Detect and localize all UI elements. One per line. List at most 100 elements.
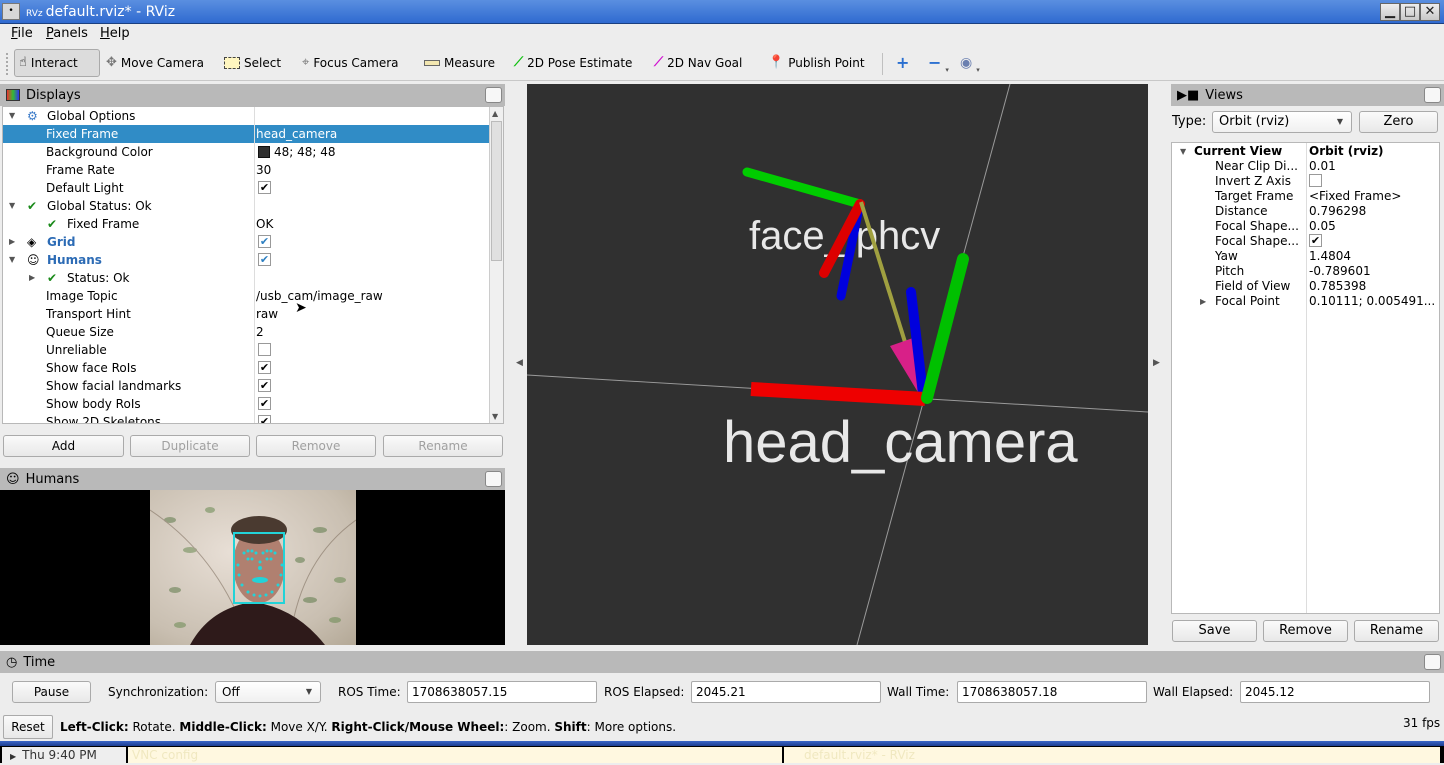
expand-closed-icon[interactable]: ▶ — [29, 269, 35, 287]
view-property-value[interactable]: ✔ — [1309, 234, 1322, 249]
reset-button[interactable]: Reset — [3, 715, 53, 739]
zero-view-button[interactable]: Zero — [1359, 111, 1438, 133]
scroll-down-icon[interactable]: ▼ — [492, 412, 498, 421]
display-row[interactable]: Frame Rate 30 — [3, 161, 490, 179]
current-view-row[interactable]: ▼ Current View Orbit (rviz) — [1172, 144, 1440, 159]
expand-open-icon[interactable]: ▼ — [9, 197, 15, 215]
view-property-value[interactable]: 0.10111; 0.005491... — [1309, 294, 1435, 309]
display-row[interactable]: ✔ Fixed Frame OK — [3, 215, 490, 233]
sync-select[interactable]: Off ▼ — [215, 681, 321, 703]
menu-panels[interactable]: Panels — [40, 24, 94, 44]
view-property-value[interactable]: 0.01 — [1309, 159, 1336, 174]
checkbox[interactable]: ✔ — [258, 397, 271, 410]
display-row-value[interactable]: 48; 48; 48 — [256, 143, 336, 161]
display-row[interactable]: Background Color 48; 48; 48 — [3, 143, 490, 161]
view-property-value[interactable]: 1.4804 — [1309, 249, 1351, 264]
display-row[interactable]: Show 2D Skeletons ✔ — [3, 413, 490, 423]
rename-display-button[interactable]: Rename — [383, 435, 503, 457]
display-row-value[interactable] — [256, 341, 271, 359]
display-row-value[interactable]: raw — [256, 305, 278, 323]
maximize-button[interactable]: □ — [1400, 3, 1420, 21]
view-property-row[interactable]: ▶ Focal Point 0.10111; 0.005491... — [1172, 294, 1440, 309]
display-row-value[interactable]: ✔ — [256, 413, 271, 423]
save-view-button[interactable]: Save — [1172, 620, 1257, 642]
view-property-row[interactable]: Focal Shape... 0.05 — [1172, 219, 1440, 234]
view-property-value[interactable]: 0.796298 — [1309, 204, 1366, 219]
rename-view-button[interactable]: Rename — [1354, 620, 1439, 642]
display-row-value[interactable]: 2 — [256, 323, 264, 341]
tool-measure[interactable]: Measure — [420, 49, 499, 77]
view-toggle-button[interactable]: ◉ ▾ — [956, 49, 984, 77]
tool-interact[interactable]: ☝ Interact — [14, 49, 100, 77]
display-row-value[interactable]: 30 — [256, 161, 271, 179]
view-property-row[interactable]: Invert Z Axis — [1172, 174, 1440, 189]
pause-button[interactable]: Pause — [12, 681, 91, 703]
display-row[interactable]: Show face RoIs ✔ — [3, 359, 490, 377]
time-float-button[interactable] — [1424, 654, 1441, 670]
tool-publish-point[interactable]: 📍 Publish Point — [764, 49, 869, 77]
view-property-row[interactable]: Focal Shape... ✔ — [1172, 234, 1440, 249]
checkbox[interactable]: ✔ — [258, 253, 271, 266]
close-button[interactable]: ✕ — [1420, 3, 1440, 21]
display-row-value[interactable]: ✔ — [256, 377, 271, 395]
checkbox[interactable]: ✔ — [258, 235, 271, 248]
scrollbar-thumb[interactable] — [491, 121, 502, 261]
checkbox[interactable] — [1309, 174, 1322, 187]
tool-focus-camera[interactable]: ⌖ Focus Camera — [298, 49, 403, 77]
display-row[interactable]: ▼ ☺ Humans ✔ — [3, 251, 490, 269]
view-property-value[interactable] — [1309, 174, 1322, 189]
checkbox[interactable]: ✔ — [258, 361, 271, 374]
tool-2d-pose-estimate[interactable]: ⟋ 2D Pose Estimate — [510, 49, 636, 77]
display-row[interactable]: Fixed Frame head_camera — [3, 125, 490, 143]
taskbar-clock[interactable]: ▶ Thu 9:40 PM — [2, 747, 126, 763]
wall-elapsed-field[interactable]: 2045.12 — [1240, 681, 1430, 703]
display-row-value[interactable]: /usb_cam/image_raw — [256, 287, 383, 305]
ros-elapsed-field[interactable]: 2045.21 — [691, 681, 881, 703]
view-property-row[interactable]: Target Frame <Fixed Frame> — [1172, 189, 1440, 204]
checkbox[interactable]: ✔ — [1309, 234, 1322, 247]
displays-scrollbar[interactable]: ▲ ▼ — [489, 107, 503, 423]
view-property-row[interactable]: Yaw 1.4804 — [1172, 249, 1440, 264]
checkbox[interactable]: ✔ — [258, 415, 271, 423]
displays-float-button[interactable] — [485, 87, 502, 103]
display-row[interactable]: Default Light ✔ — [3, 179, 490, 197]
checkbox[interactable] — [258, 343, 271, 356]
view-property-value[interactable]: -0.789601 — [1309, 264, 1371, 279]
task-rviz[interactable]: default.rviz* - RViz — [784, 747, 1440, 763]
menu-help[interactable]: Help — [94, 24, 136, 44]
tool-move-camera[interactable]: ✥ Move Camera — [102, 49, 208, 77]
remove-tool-button[interactable]: − ▾ — [924, 49, 953, 77]
3d-viewport[interactable]: face_iphcv head_camera — [527, 84, 1148, 645]
tool-2d-nav-goal[interactable]: ⟋ 2D Nav Goal — [650, 49, 746, 77]
view-property-row[interactable]: Near Clip Di... 0.01 — [1172, 159, 1440, 174]
display-row[interactable]: Queue Size 2 — [3, 323, 490, 341]
tool-select[interactable]: Select — [220, 49, 285, 77]
display-row-value[interactable]: ✔ — [256, 395, 271, 413]
display-row-value[interactable]: ✔ — [256, 233, 271, 251]
expand-closed-icon[interactable]: ▶ — [9, 233, 15, 251]
views-tree[interactable]: ▼ Current View Orbit (rviz) Near Clip Di… — [1171, 142, 1440, 614]
view-property-row[interactable]: Distance 0.796298 — [1172, 204, 1440, 219]
add-display-button[interactable]: Add — [3, 435, 124, 457]
view-property-value[interactable]: <Fixed Frame> — [1309, 189, 1401, 204]
humans-float-button[interactable] — [485, 471, 502, 487]
display-row[interactable]: Show body RoIs ✔ — [3, 395, 490, 413]
expand-closed-icon[interactable]: ▶ — [1200, 294, 1206, 309]
collapse-right-icon[interactable]: ▶ — [1153, 358, 1160, 368]
display-row[interactable]: Image Topic/usb_cam/image_raw — [3, 287, 490, 305]
display-row[interactable]: ▶ ✔ Status: Ok — [3, 269, 490, 287]
scroll-up-icon[interactable]: ▲ — [492, 109, 498, 118]
views-float-button[interactable] — [1424, 87, 1441, 103]
toolbar-grip[interactable] — [6, 53, 10, 75]
view-property-value[interactable]: 0.05 — [1309, 219, 1336, 234]
expand-open-icon[interactable]: ▼ — [1180, 144, 1186, 159]
menu-file[interactable]: File — [5, 24, 39, 44]
display-row[interactable]: Transport Hint raw — [3, 305, 490, 323]
color-swatch[interactable] — [258, 145, 270, 158]
display-row[interactable]: ▼ ✔ Global Status: Ok — [3, 197, 490, 215]
display-row[interactable]: Show facial landmarks ✔ — [3, 377, 490, 395]
checkbox[interactable]: ✔ — [258, 181, 271, 194]
add-tool-button[interactable]: + — [892, 49, 913, 77]
display-row-value[interactable]: OK — [256, 215, 273, 233]
task-vnc-config[interactable]: VNC config — [128, 747, 782, 763]
